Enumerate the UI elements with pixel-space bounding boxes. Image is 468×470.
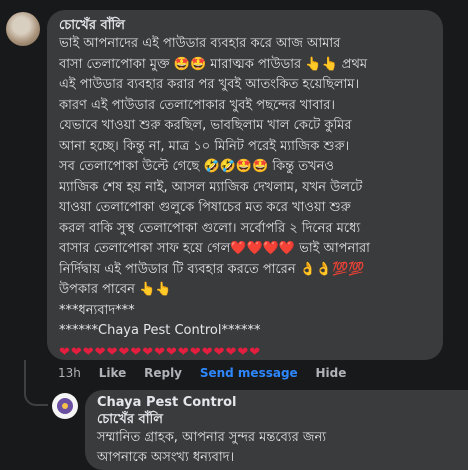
- comment-bubble: চোখেঁর বাঁলি ভাই আপনাদের এই পাউডার ব্যবহ…: [47, 10, 443, 360]
- comment-line: ******Chaya Pest Control******: [59, 323, 261, 338]
- comment-line: ***ধন্যবাদ***: [59, 302, 135, 318]
- page-avatar[interactable]: [52, 393, 78, 419]
- reply-mention[interactable]: চোখেঁর বাঁলি: [97, 411, 456, 428]
- comment-line: আনা হচ্ছে। কিন্তু না, মাত্র ১০ মিনিট পরে…: [59, 138, 350, 154]
- comment-line: ভাই আপনাদের এই পাউডার ব্যবহার করে আজ আমা…: [59, 36, 341, 51]
- reply-author[interactable]: Chaya Pest Control: [97, 395, 456, 411]
- reply-line: আপনাকে অসংখ্য ধন্যবাদ।: [97, 450, 235, 465]
- comment-line: যাওয়া তেলাপোকা গুলুকে পিষাচের মত করে খা…: [59, 200, 351, 215]
- comment-line: কারণ এই পাউডার তেলাপোকার খুবই পছন্দের খা…: [59, 97, 336, 113]
- comment-line: বাসা তেলাপোকা মুক্ত 🤩🤩 মারাত্মক পাউডার 👆…: [59, 56, 368, 72]
- comment-text: ভাই আপনাদের এই পাউডার ব্যবহার করে আজ আমা…: [59, 34, 431, 364]
- page-logo-icon: [57, 398, 73, 414]
- comment-line: যেভাবে খাওয়া শুরু করছিল, ভাবছিলাম খাল ক…: [59, 118, 352, 133]
- reply-bubble: Chaya Pest Control চোখেঁর বাঁলি সম্মানিত…: [85, 390, 468, 470]
- comment-line: বাসার তেলাপোকা সাফ হয়ে গেল❤️❤️❤️❤️ ভাই …: [59, 241, 370, 256]
- comment-line: সব তেলাপোকা উল্টে গেছে 🤣🤣🤩🤩 কিন্তু তখনও: [59, 159, 334, 174]
- reply-button[interactable]: Reply: [144, 366, 182, 380]
- hide-button[interactable]: Hide: [316, 366, 347, 380]
- comment-actions: 13h Like Reply Send message Hide: [58, 366, 360, 382]
- reply-line: সম্মানিত গ্রাহক, আপনার সুন্দর মন্তব্যের …: [97, 430, 327, 445]
- comment-timestamp[interactable]: 13h: [58, 366, 81, 380]
- comment-author[interactable]: চোখেঁর বাঁলি: [59, 18, 431, 33]
- comment-line: করল বাকি সুস্থ তেলাপোকা গুলো। সর্বোপরি ২…: [59, 220, 361, 236]
- send-message-button[interactable]: Send message: [200, 366, 298, 380]
- commenter-avatar[interactable]: [6, 12, 40, 46]
- comment-line: উপকার পাবেন 👆👆: [59, 282, 172, 297]
- comment-line: এই পাউডার ব্যবহার করার পর খুবই আতংকিত হয…: [59, 77, 360, 92]
- hearts-line: ❤❤❤❤❤❤❤❤❤❤❤❤❤❤❤❤❤: [59, 344, 262, 360]
- comment-line: ম্যাজিক শেষ হয় নাই, আসল ম্যাজিক দেখলাম,…: [59, 179, 363, 195]
- comment-line: নির্দিদ্বায় এই পাউডার টি ব্যবহার করতে প…: [59, 261, 365, 277]
- reply-thread-connector: [24, 360, 48, 406]
- like-button[interactable]: Like: [99, 366, 127, 380]
